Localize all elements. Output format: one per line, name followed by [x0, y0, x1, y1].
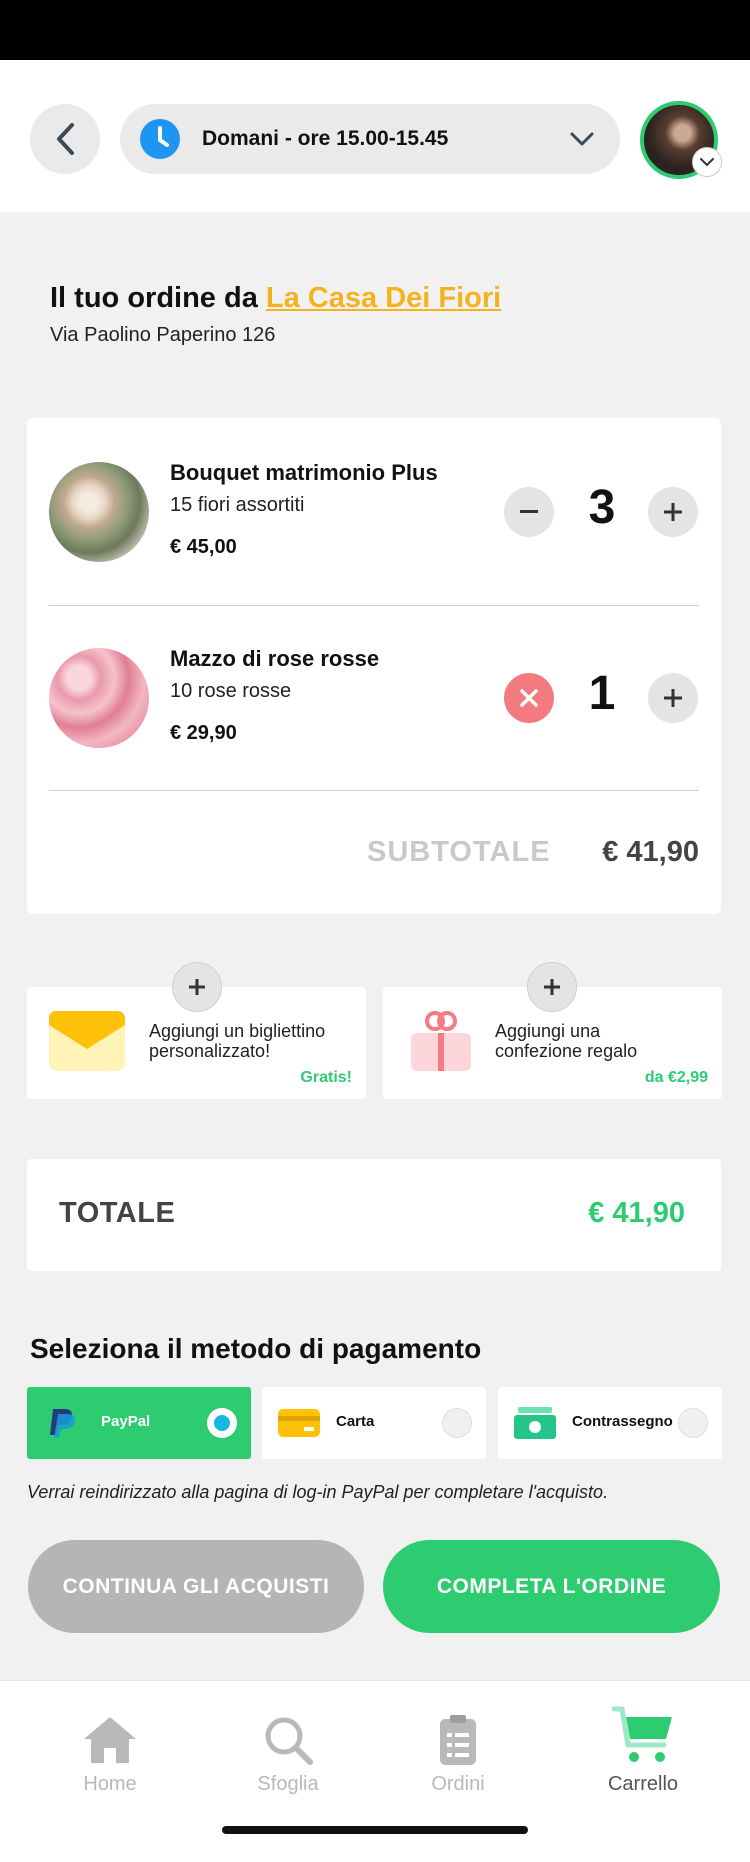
payment-option-label: Carta: [336, 1413, 375, 1430]
quantity-value: 3: [588, 481, 616, 534]
plus-icon: [544, 979, 560, 995]
add-gift-wrap-button[interactable]: [527, 962, 577, 1012]
payment-section-title: Seleziona il metodo di pagamento: [30, 1333, 482, 1364]
addon-description: Aggiungi un bigliettino personalizzato!: [149, 1021, 359, 1061]
order-title: Il tuo ordine da La Casa Dei Fiori: [50, 282, 501, 315]
tab-label: Home: [83, 1773, 137, 1795]
payment-option-card[interactable]: Carta: [262, 1387, 486, 1459]
status-bar: [0, 0, 750, 60]
close-icon: [520, 689, 538, 707]
payment-note: Verrai reindirizzato alla pagina di log-…: [27, 1482, 609, 1502]
shop-address: Via Paolino Paperino 126: [50, 324, 276, 346]
subtotal-value: € 41,90: [602, 836, 699, 868]
shop-link[interactable]: La Casa Dei Fiori: [266, 282, 501, 314]
payment-option-label: PayPal: [101, 1413, 151, 1430]
addon-price: Gratis!: [300, 1069, 352, 1086]
decrease-quantity-button[interactable]: [504, 487, 554, 537]
product-name: Mazzo di rose rosse: [170, 646, 380, 671]
plus-icon: [189, 979, 205, 995]
payment-option-paypal[interactable]: PayPal: [27, 1387, 251, 1459]
total-label: TOTALE: [59, 1197, 176, 1229]
add-greeting-card-button[interactable]: [172, 962, 222, 1012]
tab-label: Carrello: [607, 1773, 679, 1795]
home-indicator: [222, 1826, 528, 1834]
product-image: [49, 648, 149, 748]
radio-unselected[interactable]: [442, 1408, 472, 1438]
delivery-slot-label: Domani - ore 15.00-15.45: [202, 127, 449, 150]
home-icon: [84, 1717, 136, 1763]
cart-card: Bouquet matrimonio Plus 15 fiori assorti…: [27, 418, 721, 914]
clock-icon: [140, 119, 180, 159]
minus-icon: [520, 510, 538, 513]
cart-icon: [612, 1706, 672, 1762]
paypal-icon: [50, 1409, 76, 1438]
radio-unselected[interactable]: [678, 1408, 708, 1438]
addon-card-greeting[interactable]: Aggiungi un bigliettino personalizzato! …: [27, 962, 366, 1099]
plus-icon: [664, 689, 682, 707]
addon-price: da €2,99: [644, 1069, 708, 1086]
envelope-icon: [49, 1011, 125, 1071]
continue-shopping-button[interactable]: CONTINUA GLI ACQUISTI: [28, 1540, 364, 1633]
addon-line: confezione regalo: [495, 1041, 638, 1061]
subtotal-label: SUBTOTALE: [367, 836, 551, 868]
plus-icon: [664, 503, 682, 521]
tab-bar: Home Sfoglia Ordini Carrello: [0, 1680, 750, 1862]
addon-line: Aggiungi una: [495, 1021, 601, 1041]
complete-order-button[interactable]: COMPLETA L'ORDINE: [383, 1540, 720, 1633]
quantity-value: 1: [588, 667, 616, 720]
tab-label: Sfoglia: [257, 1773, 319, 1795]
product-image: [49, 462, 149, 562]
cart-item: Mazzo di rose rosse 10 rose rosse € 29,9…: [27, 604, 721, 789]
product-price: € 29,90: [170, 722, 237, 744]
chevron-down-icon: [700, 157, 714, 166]
increase-quantity-button[interactable]: [648, 487, 698, 537]
avatar-menu-button[interactable]: [692, 147, 722, 177]
radio-selected[interactable]: [207, 1408, 237, 1438]
tab-home[interactable]: Home: [40, 1715, 180, 1796]
remove-item-button[interactable]: [504, 673, 554, 723]
total-card: TOTALE € 41,90: [27, 1159, 721, 1271]
total-value: € 41,90: [588, 1197, 685, 1229]
addon-card-gift[interactable]: Aggiungi una confezione regalo da €2,99: [383, 962, 722, 1099]
increase-quantity-button[interactable]: [648, 673, 698, 723]
order-title-prefix: Il tuo ordine da: [50, 282, 258, 314]
back-button[interactable]: [30, 104, 100, 174]
tab-label: Ordini: [431, 1773, 485, 1795]
cash-icon: [514, 1407, 556, 1439]
addon-line: Aggiungi un bigliettino: [149, 1021, 326, 1041]
payment-option-label: Contrassegno: [572, 1413, 673, 1430]
addon-description: Aggiungi una confezione regalo: [495, 1021, 705, 1061]
product-description: 10 rose rosse: [170, 680, 292, 702]
gift-icon: [411, 1011, 471, 1071]
avatar[interactable]: [640, 101, 722, 179]
credit-card-icon: [278, 1409, 320, 1437]
search-icon: [265, 1717, 313, 1765]
product-price: € 45,00: [170, 536, 237, 558]
payment-option-cash[interactable]: Contrassegno: [498, 1387, 722, 1459]
product-name: Bouquet matrimonio Plus: [170, 460, 438, 485]
tab-orders[interactable]: Ordini: [388, 1715, 528, 1796]
addon-line: personalizzato!: [149, 1041, 271, 1061]
tab-browse[interactable]: Sfoglia: [218, 1715, 358, 1796]
chevron-left-icon: [57, 123, 74, 155]
divider: [49, 790, 699, 791]
delivery-slot-selector[interactable]: Domani - ore 15.00-15.45: [120, 104, 620, 174]
tab-cart[interactable]: Carrello: [573, 1706, 713, 1796]
product-description: 15 fiori assortiti: [170, 494, 305, 516]
clipboard-icon: [440, 1715, 476, 1765]
chevron-down-icon: [570, 132, 594, 146]
cart-item: Bouquet matrimonio Plus 15 fiori assorti…: [27, 418, 721, 603]
